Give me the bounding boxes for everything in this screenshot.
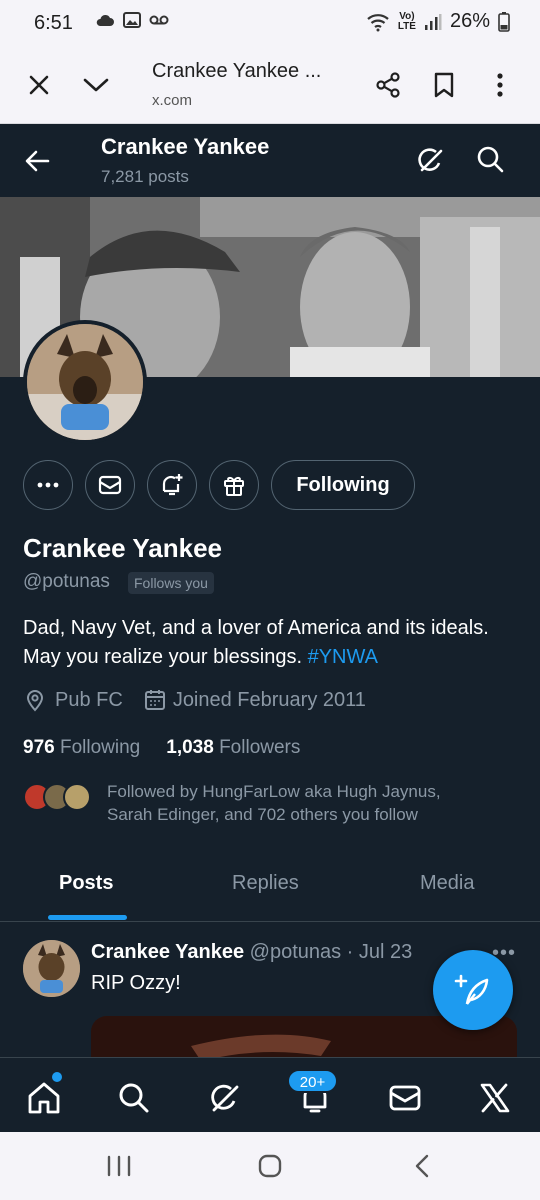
grok-icon[interactable] bbox=[414, 143, 448, 177]
profile-bio: Dad, Navy Vet, and a lover of America an… bbox=[23, 617, 489, 668]
profile-avatar[interactable] bbox=[23, 320, 147, 444]
profile-stats: 976 Following 1,038 Followers bbox=[23, 737, 300, 759]
more-horizontal-icon bbox=[37, 482, 59, 488]
chevron-down-icon[interactable] bbox=[79, 68, 113, 102]
following-stat[interactable]: 976 Following bbox=[23, 737, 140, 759]
compose-button[interactable] bbox=[433, 950, 513, 1030]
more-vertical-icon[interactable] bbox=[483, 68, 517, 102]
notify-button[interactable] bbox=[147, 460, 197, 510]
back-icon[interactable] bbox=[412, 1154, 432, 1178]
grok-nav-icon[interactable] bbox=[205, 1078, 245, 1118]
profile-handle: @potunas bbox=[23, 571, 110, 592]
follower-avatar bbox=[63, 783, 91, 811]
notifications-badge: 20+ bbox=[287, 1069, 338, 1093]
message-button[interactable] bbox=[85, 460, 135, 510]
search-icon[interactable] bbox=[474, 143, 508, 177]
profile-meta: Pub FC Joined February 2011 bbox=[23, 688, 366, 712]
post-header: Crankee Yankee @potunas · Jul 23 bbox=[91, 941, 412, 964]
lte-indicator: Vo) LTE bbox=[397, 10, 416, 32]
browser-toolbar: Crankee Yankee ... x.com bbox=[0, 46, 540, 124]
post-meta: @potunas · Jul 23 bbox=[249, 941, 413, 963]
post-text: RIP Ozzy! bbox=[91, 972, 181, 994]
voicemail-icon bbox=[149, 15, 169, 25]
close-icon[interactable] bbox=[22, 68, 56, 102]
followed-by-section[interactable]: Followed by HungFarLow aka Hugh Jaynus, … bbox=[23, 780, 523, 830]
bio-hashtag-link[interactable]: #YNWA bbox=[308, 646, 378, 668]
active-tab-indicator bbox=[48, 915, 127, 920]
gallery-icon bbox=[123, 12, 141, 28]
following-button[interactable]: Following bbox=[271, 460, 415, 510]
calendar-icon bbox=[144, 690, 165, 710]
battery-icon bbox=[498, 11, 510, 32]
recent-apps-icon[interactable] bbox=[106, 1154, 132, 1178]
location-pin-icon bbox=[26, 690, 44, 712]
bottom-navigation bbox=[0, 1057, 540, 1132]
explore-search-icon[interactable] bbox=[114, 1078, 154, 1118]
cloud-icon bbox=[96, 14, 114, 26]
profile-location: Pub FC bbox=[55, 688, 123, 711]
wifi-icon bbox=[367, 13, 389, 31]
followers-stat[interactable]: 1,038 Followers bbox=[166, 737, 300, 759]
signal-icon bbox=[424, 13, 442, 30]
back-arrow-icon[interactable] bbox=[22, 145, 54, 177]
system-navigation-bar bbox=[0, 1132, 540, 1200]
bookmark-icon[interactable] bbox=[427, 68, 461, 102]
browser-url[interactable]: x.com bbox=[152, 92, 192, 109]
profile-tabs: Posts Replies Media bbox=[0, 855, 540, 922]
share-icon[interactable] bbox=[371, 68, 405, 102]
x-logo-icon[interactable] bbox=[475, 1078, 515, 1118]
tab-replies[interactable]: Replies bbox=[232, 872, 299, 895]
browser-tab-title: Crankee Yankee ... bbox=[152, 60, 322, 82]
mail-icon bbox=[98, 475, 122, 495]
header-title: Crankee Yankee bbox=[101, 134, 270, 159]
follows-you-badge: Follows you bbox=[128, 572, 214, 594]
status-time: 6:51 bbox=[34, 12, 73, 34]
tab-posts[interactable]: Posts bbox=[59, 872, 113, 895]
messages-mail-icon[interactable] bbox=[385, 1078, 425, 1118]
gift-button[interactable] bbox=[209, 460, 259, 510]
profile-joined-date: Joined February 2011 bbox=[172, 688, 366, 711]
post-author-avatar[interactable] bbox=[23, 940, 80, 997]
gift-icon bbox=[224, 477, 244, 496]
home-unread-dot bbox=[52, 1072, 62, 1082]
profile-display-name: Crankee Yankee bbox=[23, 533, 222, 563]
bell-plus-icon bbox=[162, 474, 183, 496]
battery-percent: 26% bbox=[449, 10, 490, 32]
post-count: 7,281 posts bbox=[101, 167, 189, 186]
tab-media[interactable]: Media bbox=[420, 872, 474, 895]
post-author-name[interactable]: Crankee Yankee bbox=[91, 941, 244, 963]
status-bar: 6:51 Vo) LTE 26% bbox=[0, 0, 540, 46]
home-button-icon[interactable] bbox=[257, 1154, 283, 1178]
profile-header: Crankee Yankee 7,281 posts bbox=[0, 125, 540, 197]
more-options-button[interactable] bbox=[23, 460, 73, 510]
home-icon[interactable] bbox=[24, 1078, 64, 1118]
compose-feather-icon bbox=[454, 974, 489, 1005]
